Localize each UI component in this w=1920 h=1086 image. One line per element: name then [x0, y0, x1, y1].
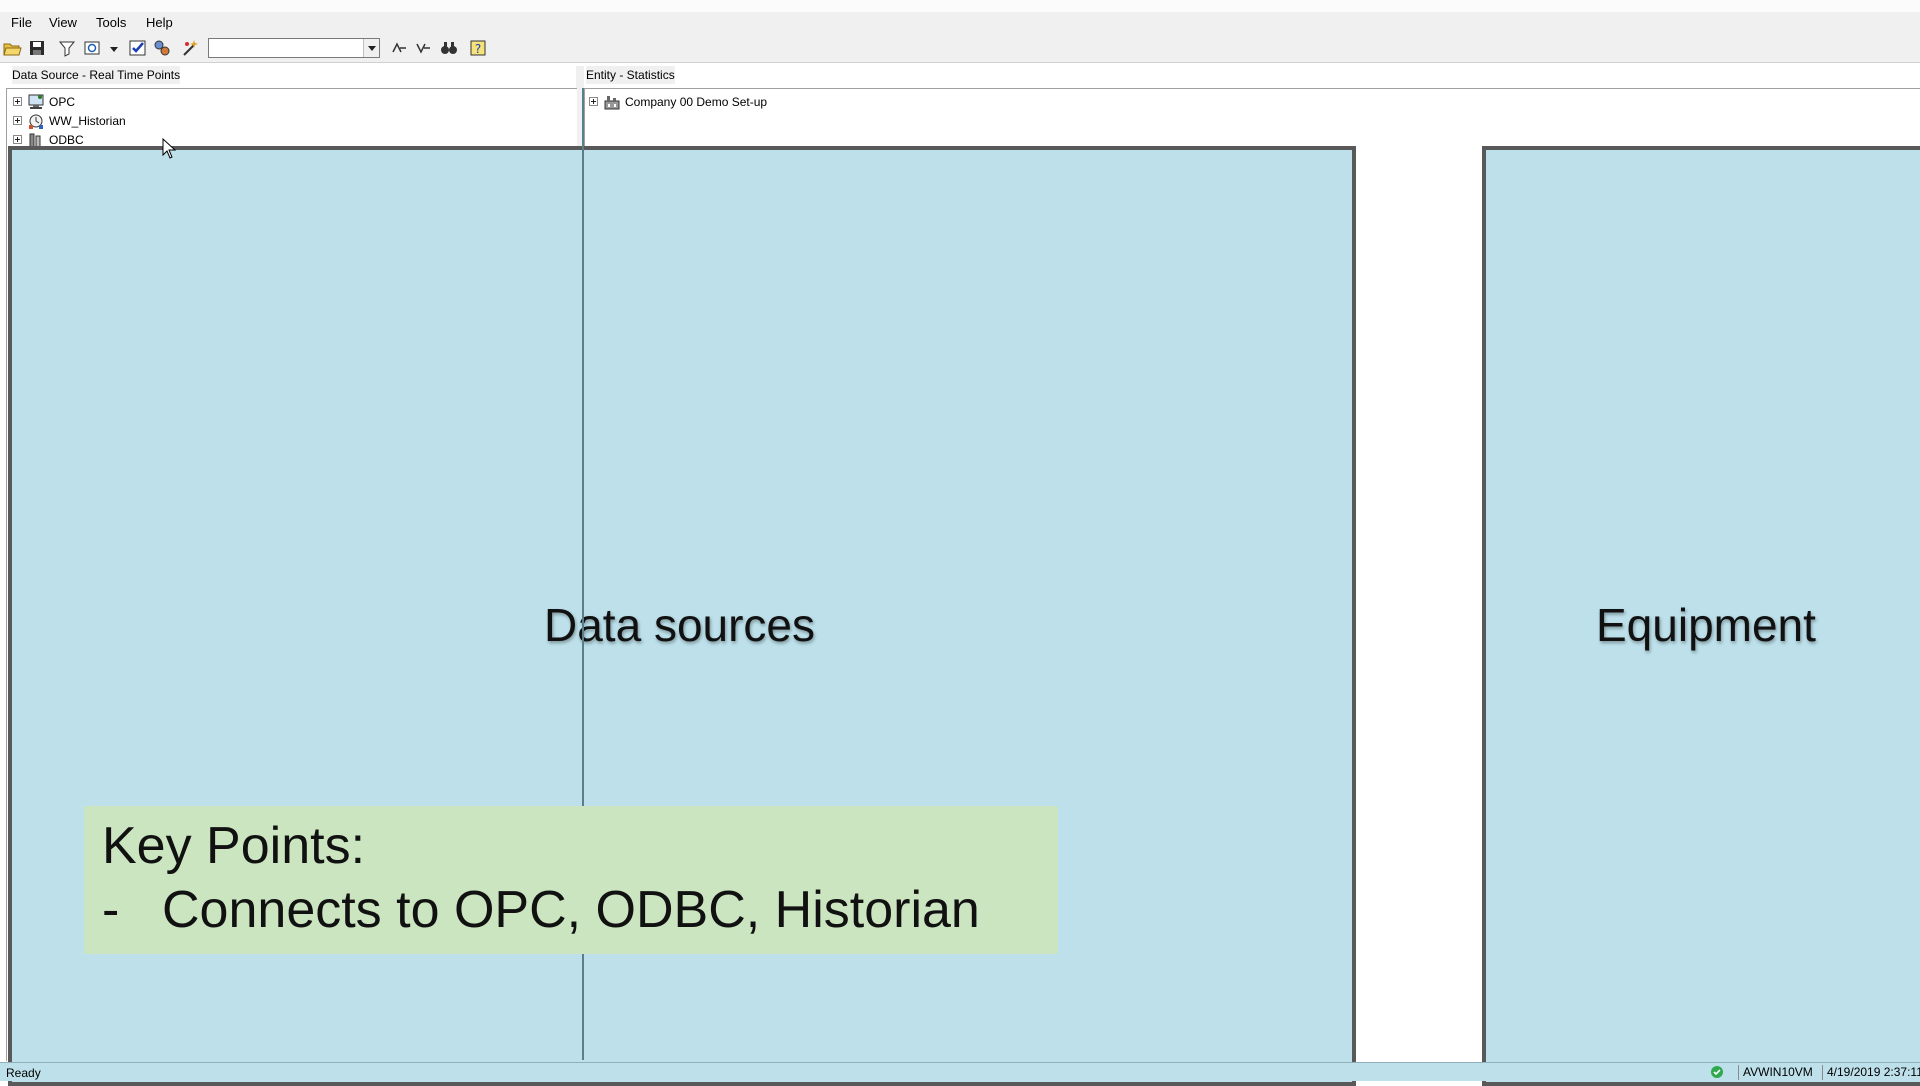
- status-datetime: 4/19/2019 2:37:11: [1822, 1065, 1920, 1080]
- opc-server-icon: [27, 93, 45, 111]
- menu-tools[interactable]: Tools: [93, 13, 129, 33]
- left-pane-header: Data Source - Real Time Points: [12, 66, 181, 84]
- status-machine-name: AVWIN10VM: [1738, 1065, 1817, 1080]
- menu-help[interactable]: Help: [143, 13, 176, 33]
- toolbar-combo[interactable]: [208, 38, 380, 58]
- filter-icon[interactable]: [57, 38, 77, 58]
- equipment-overlay: Equipment: [1482, 146, 1920, 1086]
- equipment-label: Equipment: [1596, 599, 1816, 651]
- tree-label: Company 00 Demo Set-up: [625, 95, 768, 109]
- historian-icon: [27, 112, 45, 130]
- refresh-icon[interactable]: [82, 38, 102, 58]
- expand-icon[interactable]: [13, 97, 22, 106]
- key-points-item: Connects to OPC, ODBC, Historian: [162, 881, 980, 939]
- tree-label: OPC: [49, 95, 76, 109]
- key-points-box: Key Points: - Connects to OPC, ODBC, His…: [84, 806, 1058, 954]
- expand-icon[interactable]: [589, 97, 598, 106]
- mouse-cursor-icon: [162, 137, 177, 160]
- expand-icon[interactable]: [13, 135, 22, 144]
- checkmark-icon[interactable]: [128, 38, 148, 58]
- nav-up-icon[interactable]: [389, 38, 409, 58]
- wizard-icon[interactable]: [180, 38, 200, 58]
- green-check-icon: [1710, 1065, 1724, 1080]
- help-icon[interactable]: ?: [468, 38, 488, 58]
- binoculars-icon[interactable]: [439, 38, 459, 58]
- menu-view[interactable]: View: [46, 13, 80, 33]
- factory-icon: [603, 93, 621, 111]
- nav-down-icon[interactable]: [413, 38, 433, 58]
- menu-file[interactable]: File: [8, 13, 35, 33]
- toolbar: ?: [0, 34, 1920, 63]
- key-points-heading: Key Points:: [102, 817, 366, 875]
- combo-arrow-icon[interactable]: [363, 39, 379, 57]
- svg-text:?: ?: [475, 42, 481, 56]
- key-points-bullet: -: [102, 881, 120, 939]
- status-text: Ready: [6, 1066, 41, 1080]
- tree-label: WW_Historian: [49, 114, 126, 128]
- expand-icon[interactable]: [13, 116, 22, 125]
- dropdown-arrow-icon[interactable]: [104, 38, 118, 58]
- save-icon[interactable]: [27, 38, 47, 58]
- status-bar: Ready AVWIN10VM 4/19/2019 2:37:11: [0, 1062, 1920, 1081]
- menu-bar: File View Tools Help: [0, 12, 1920, 34]
- data-sources-label: Data sources: [544, 599, 816, 651]
- open-folder-icon[interactable]: [2, 38, 22, 58]
- gears-icon[interactable]: [152, 38, 172, 58]
- right-pane-header: Entity - Statistics: [586, 66, 675, 84]
